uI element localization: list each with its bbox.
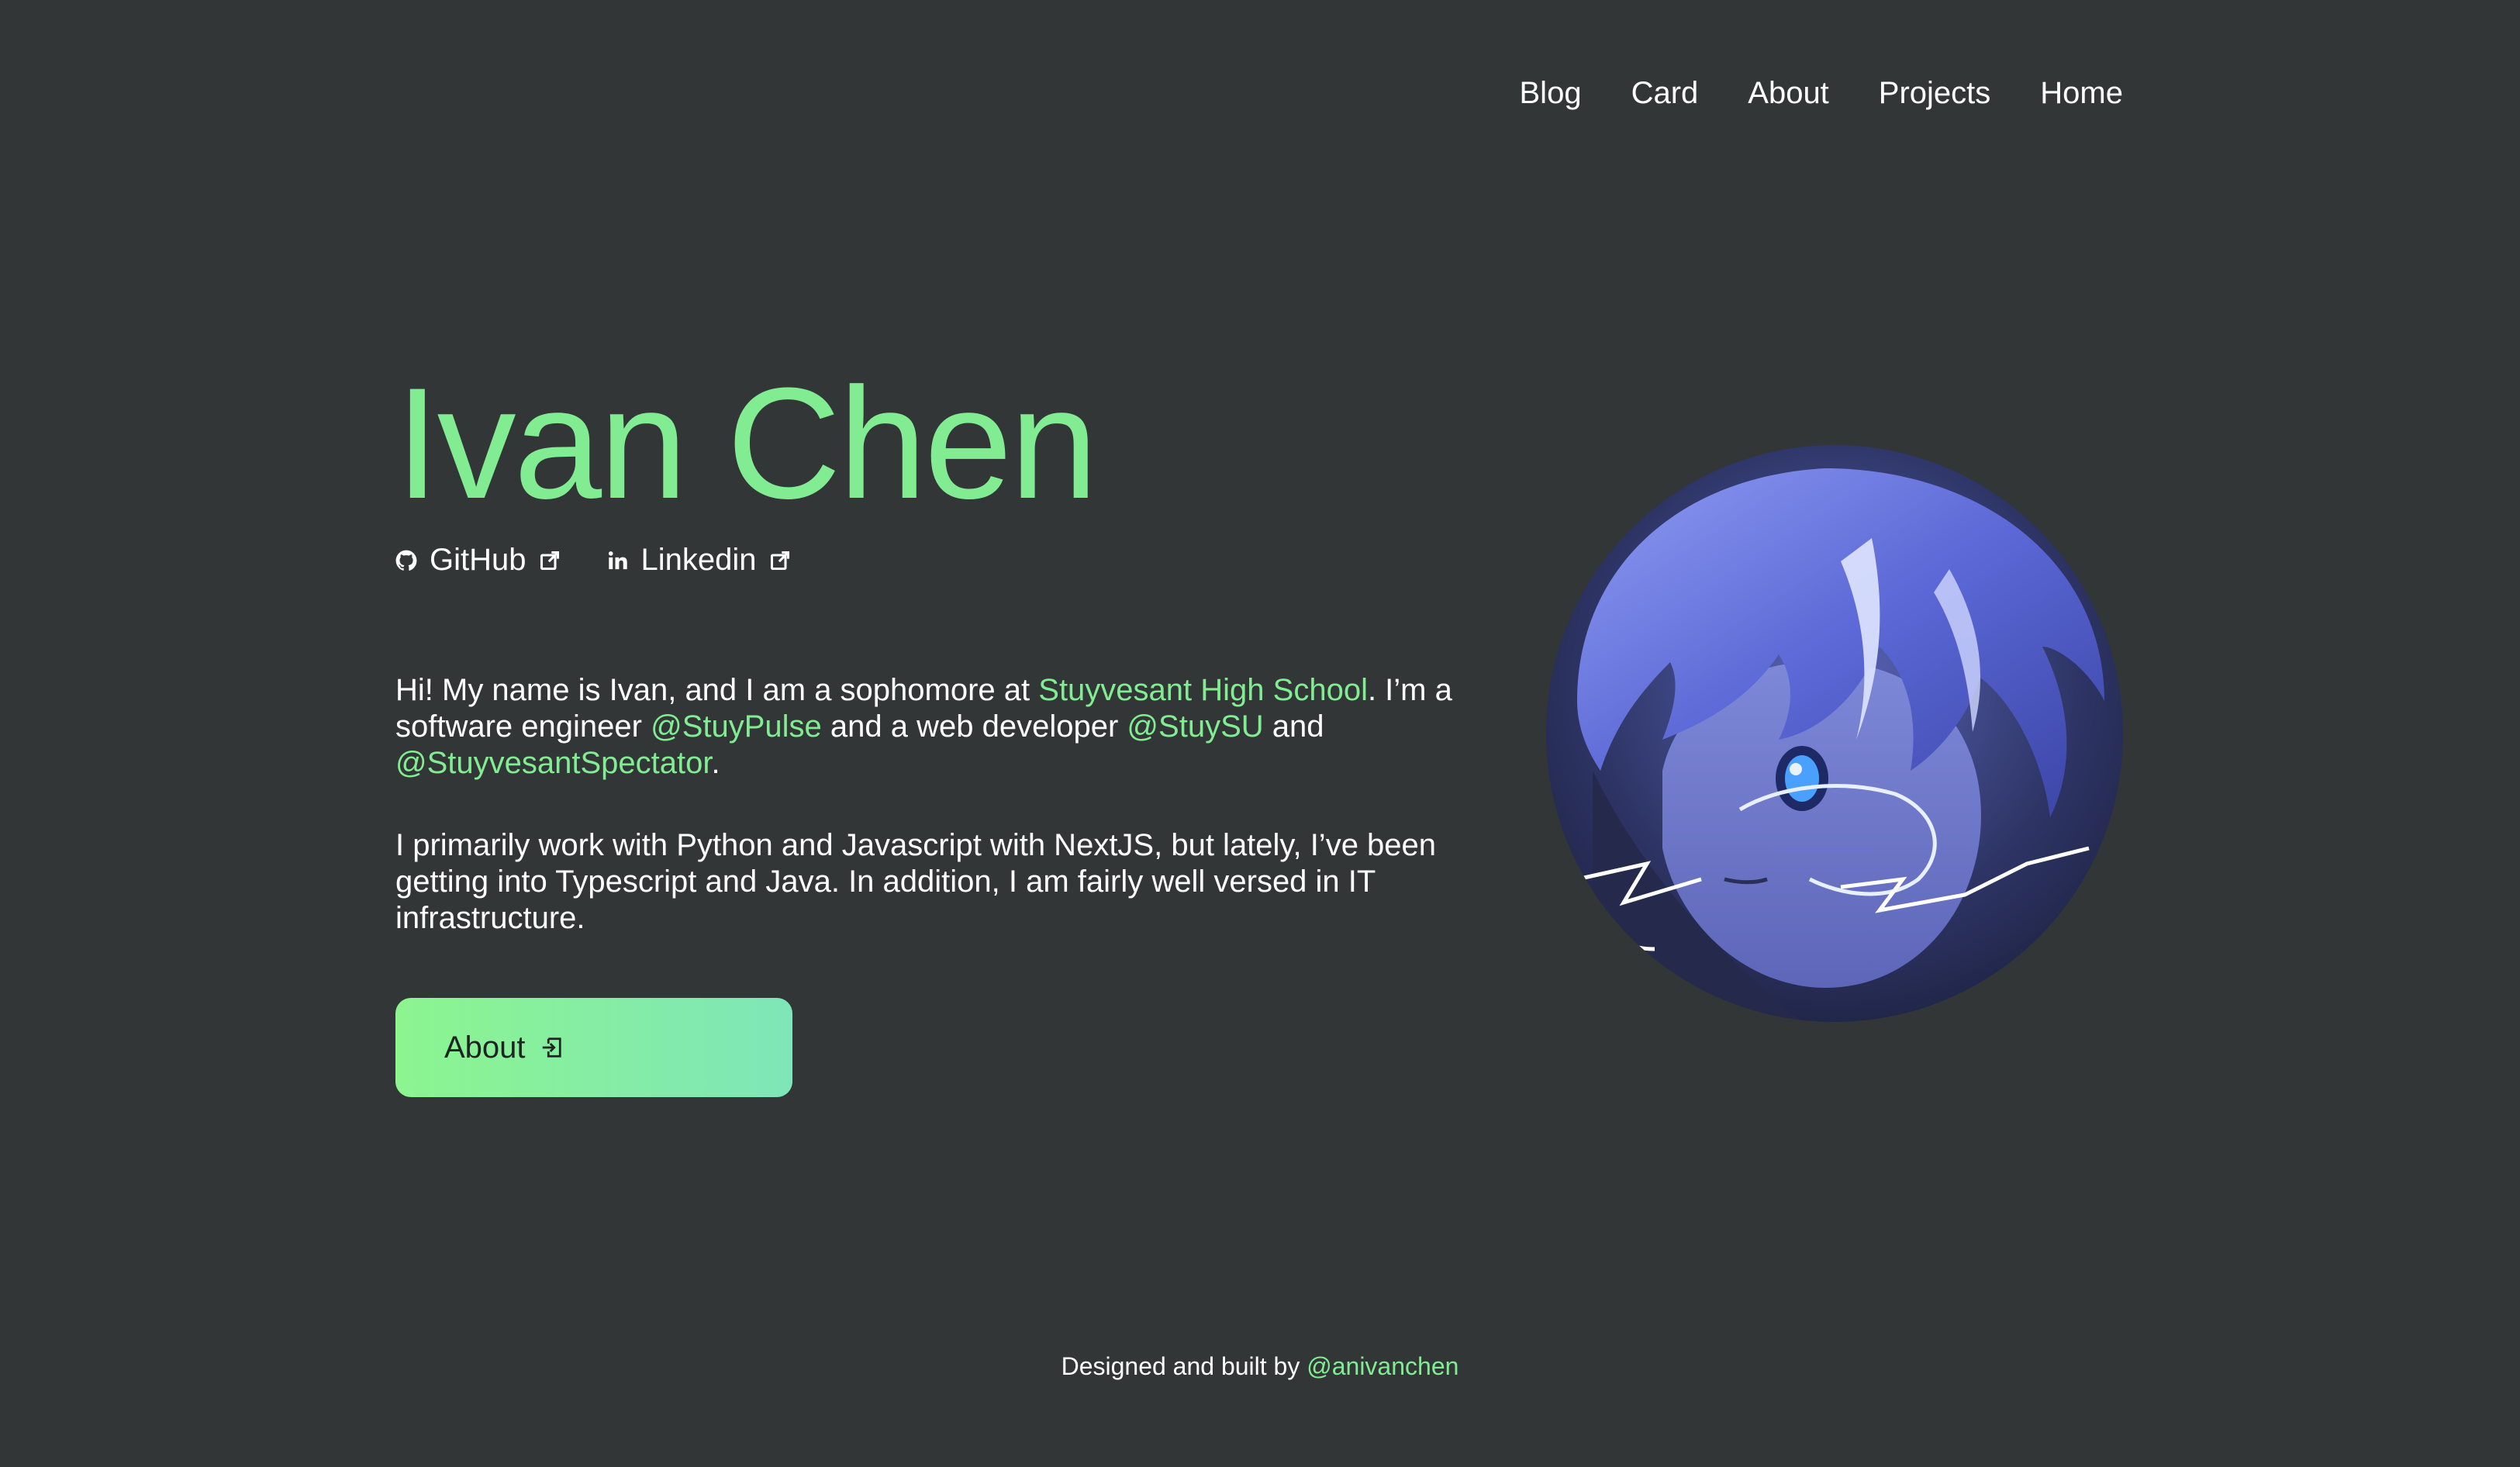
bio-text: . (711, 746, 720, 780)
linkedin-icon (607, 550, 629, 571)
footer: Designed and built by @anivanchen (0, 1352, 2520, 1381)
nav-item-projects[interactable]: Projects (1879, 76, 1991, 111)
social-links: GitHub Linkedin (395, 543, 1465, 578)
bio-text: and (1263, 709, 1324, 744)
about-button[interactable]: About (395, 998, 792, 1097)
github-icon (395, 550, 417, 571)
bio-text: Hi! My name is Ivan, and I am a sophomor… (395, 673, 1039, 707)
author-link[interactable]: @anivanchen (1307, 1352, 1458, 1380)
stuysu-link[interactable]: @StuySU (1127, 709, 1263, 744)
github-link[interactable]: GitHub (395, 543, 561, 578)
page-title: Ivan Chen (395, 355, 1098, 532)
footer-text: Designed and built by (1061, 1352, 1307, 1380)
github-label: GitHub (430, 543, 526, 577)
bio-paragraph-1: Hi! My name is Ivan, and I am a sophomor… (395, 672, 1465, 782)
login-icon (540, 1036, 563, 1059)
nav-item-card[interactable]: Card (1631, 76, 1699, 111)
avatar (1546, 445, 2123, 1022)
bio: Hi! My name is Ivan, and I am a sophomor… (395, 672, 1465, 937)
stuyvesant-link[interactable]: Stuyvesant High School (1038, 673, 1368, 707)
hero-section: Ivan Chen GitHub Linkedin Hi! My name is… (395, 364, 1465, 982)
about-button-label: About (444, 1030, 526, 1065)
nav-item-about[interactable]: About (1748, 76, 1829, 111)
linkedin-label: Linkedin (640, 543, 757, 577)
external-link-icon (769, 550, 791, 571)
linkedin-link[interactable]: Linkedin (607, 543, 791, 578)
stuypulse-link[interactable]: @StuyPulse (651, 709, 822, 744)
bio-paragraph-2: I primarily work with Python and Javascr… (395, 828, 1437, 935)
spectator-link[interactable]: @StuyvesantSpectator (395, 746, 712, 780)
external-link-icon (539, 550, 561, 571)
bio-text: and a web developer (821, 709, 1127, 744)
nav-item-blog[interactable]: Blog (1520, 76, 1582, 111)
top-nav: Blog Card About Projects Home (1520, 76, 2124, 111)
nav-item-home[interactable]: Home (2040, 76, 2123, 111)
anime-avatar-image (1546, 445, 2123, 1022)
